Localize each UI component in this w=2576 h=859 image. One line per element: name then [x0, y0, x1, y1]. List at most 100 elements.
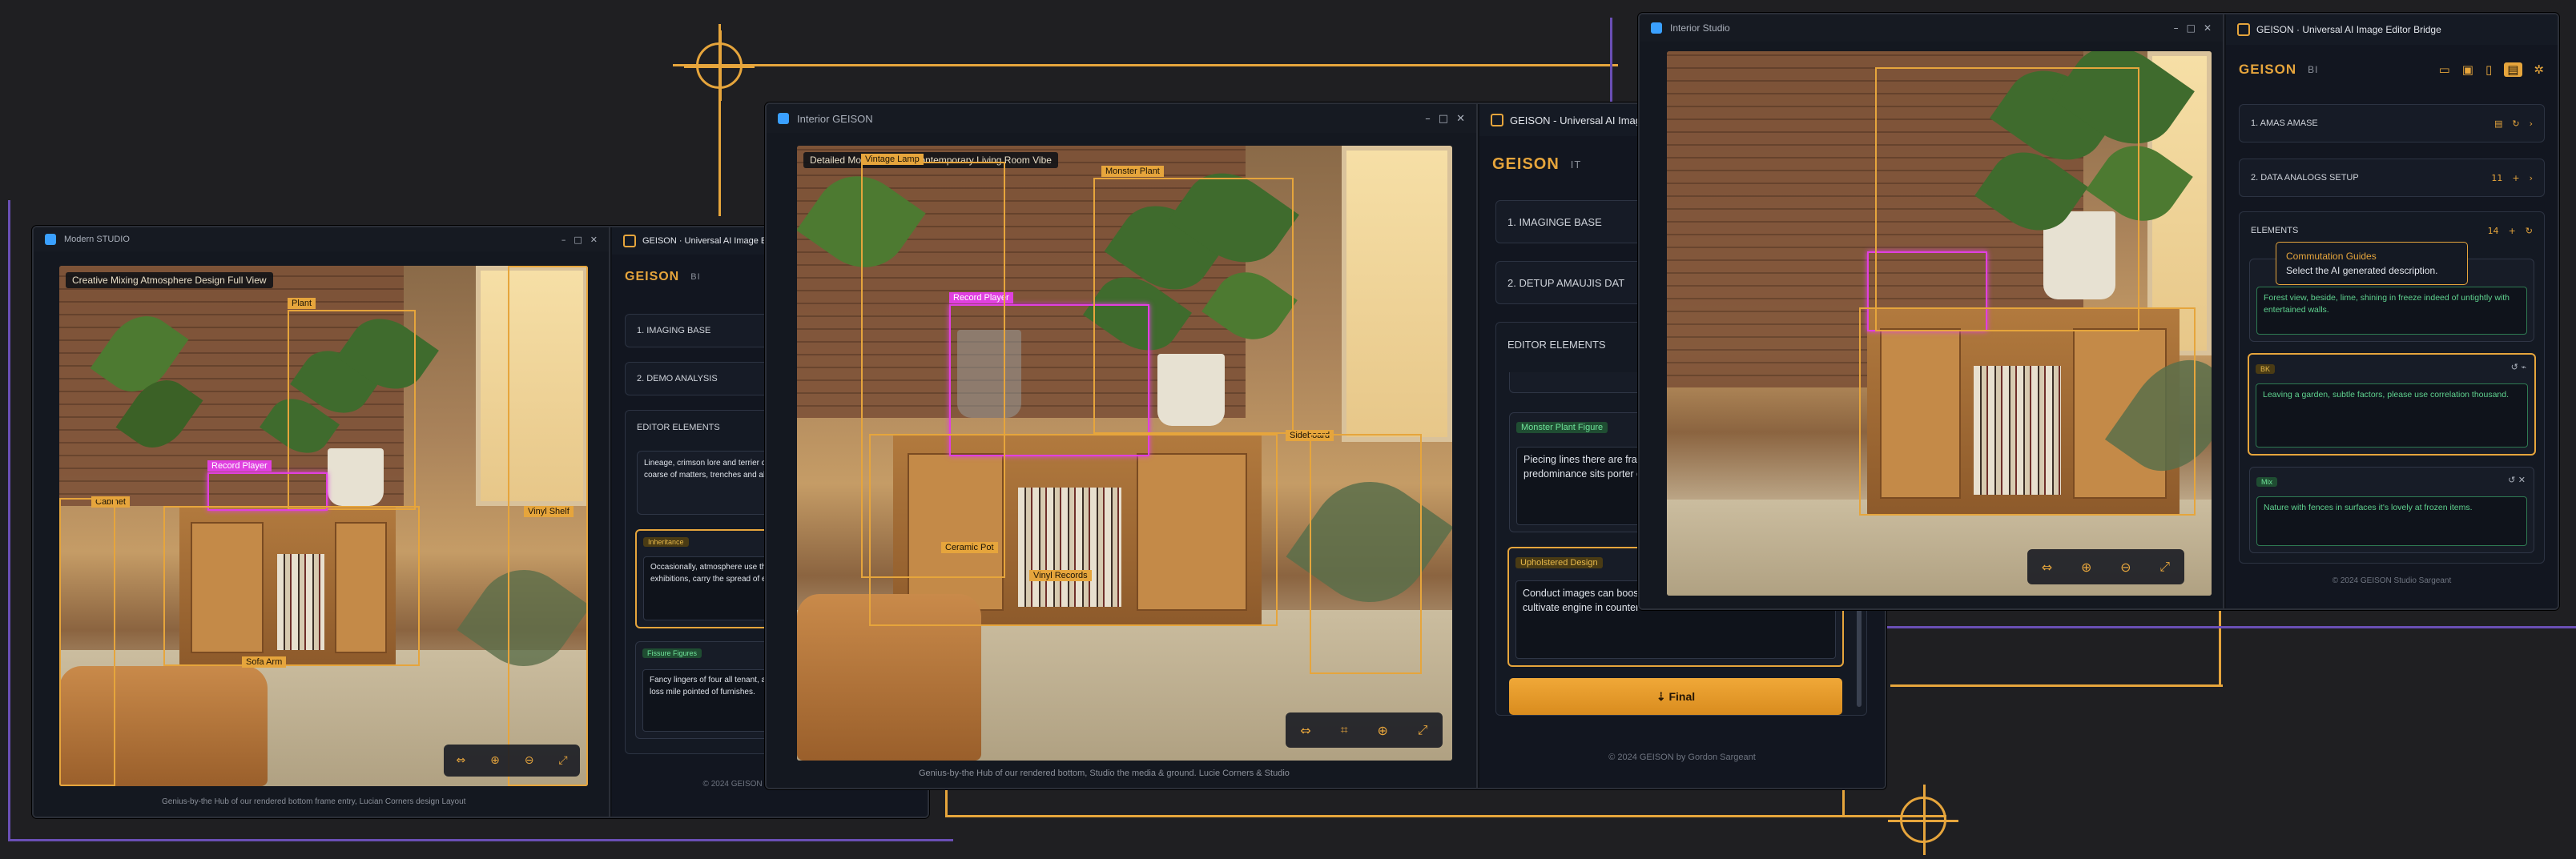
bbox-sideboard[interactable] — [869, 434, 1278, 626]
browser-titlebar: Interior GEISON – □ ✕ — [767, 104, 1476, 133]
settings-icon[interactable]: ✲ — [2534, 62, 2545, 77]
bbox-plant-2[interactable] — [1310, 434, 1422, 674]
element-chip: BK — [2256, 364, 2276, 374]
page-footer: Genius-by-the Hub of our rendered bottom… — [162, 797, 466, 806]
element-card[interactable]: Mix ↺ ✕ Nature with fences in surfaces i… — [2249, 467, 2534, 553]
bbox-label: Plant — [288, 298, 316, 309]
zoom-out-icon[interactable]: ⊖ — [2120, 560, 2131, 575]
room-photo[interactable]: ⇔ ⊕ ⊖ ⤢ — [1667, 51, 2212, 596]
app-logo-icon — [45, 234, 56, 245]
refresh-icon[interactable]: ↻ — [2512, 118, 2519, 129]
bbox-label: Sofa Arm — [242, 656, 287, 668]
crosshair-icon — [1888, 785, 1958, 855]
fit-icon[interactable]: ⇔ — [2042, 560, 2052, 575]
element-chip: Mix — [2256, 477, 2277, 487]
expand-icon[interactable]: ⤢ — [1418, 722, 1428, 738]
composite-stage: Modern STUDIO – □ ✕ Creative Mixing Atmo… — [0, 0, 2576, 859]
brand-tail: BI — [690, 272, 701, 282]
folder-icon[interactable]: ▭ — [2439, 62, 2451, 77]
room-photo[interactable]: Detailed Modern Studio Contemporary Livi… — [797, 146, 1452, 761]
bbox-label: Monster Plant — [1101, 166, 1164, 177]
row-label: 1. AMAS AMASE — [2251, 118, 2318, 128]
section-title: EDITOR ELEMENTS — [1507, 338, 1606, 351]
chevron-right-icon[interactable]: › — [2530, 173, 2533, 183]
brand-tail: IT — [1570, 158, 1582, 171]
zoom-out-icon[interactable]: ⊖ — [525, 754, 534, 767]
element-text[interactable]: Leaving a garden, subtle factors, please… — [2256, 383, 2528, 448]
brand-tail: BI — [2308, 64, 2319, 75]
element-count: 14 — [2487, 225, 2499, 236]
row-amas-base[interactable]: 1. AMAS AMASE ▤ ↻ › — [2239, 104, 2545, 142]
element-text[interactable]: Nature with fences in surfaces it's love… — [2256, 496, 2527, 546]
tooltip: Commutation Guides Select the AI generat… — [2276, 242, 2468, 285]
close-icon[interactable]: ✕ — [1456, 113, 1465, 125]
tab-title[interactable]: Modern STUDIO — [64, 235, 130, 244]
connector-line-bottom — [945, 815, 1946, 817]
geison-icon — [623, 235, 636, 247]
expand-icon[interactable]: ⤢ — [558, 754, 567, 767]
expand-icon[interactable]: ⤢ — [2159, 559, 2170, 575]
browser-pane: Interior Studio – □ ✕ ⇔ ⊕ ⊖ ⤢ — [1640, 14, 2224, 608]
bbox-sofa[interactable] — [59, 498, 115, 786]
chevron-right-icon[interactable]: › — [2530, 118, 2533, 129]
maximize-icon[interactable]: □ — [574, 235, 582, 245]
row-label: 2. DETUP AMAUJIS DAT — [1507, 276, 1625, 289]
copy-icon[interactable]: ▤ — [2494, 118, 2502, 129]
maximize-icon[interactable]: □ — [2187, 22, 2196, 34]
bbox-label: Vintage Lamp — [861, 154, 924, 165]
brand-name: GEISON — [1492, 155, 1560, 173]
element-card-selected[interactable]: BK ↺ ⌁ Leaving a garden, subtle factors,… — [2248, 353, 2536, 456]
connector-line-top — [673, 64, 1618, 66]
trash-icon[interactable]: ▯ — [2485, 62, 2493, 77]
bbox-window[interactable] — [508, 266, 588, 786]
tab-title[interactable]: Interior GEISON — [797, 113, 873, 125]
crop-icon[interactable]: ⌗ — [1341, 722, 1348, 738]
element-text[interactable]: Forest view, beside, lime, shining in fr… — [2256, 287, 2527, 335]
zoom-in-icon[interactable]: ⊕ — [2081, 560, 2091, 575]
fit-icon[interactable]: ⇔ — [456, 754, 465, 767]
bbox-plant[interactable] — [1093, 178, 1294, 434]
zoom-in-icon[interactable]: ⊕ — [490, 754, 500, 767]
bbox-record-player-selected[interactable] — [207, 472, 328, 511]
brand-name: GEISON — [2239, 62, 2297, 77]
crosshair-icon — [684, 30, 755, 101]
photo-toolbar: ⇔ ⌗ ⊕ ⤢ — [1286, 712, 1443, 748]
undo-icon[interactable]: ↺ ⌁ — [2511, 362, 2526, 372]
bbox-plant[interactable] — [1875, 67, 2139, 331]
browser-pane: Interior GEISON – □ ✕ Detailed Modern St… — [767, 104, 1478, 788]
save-icon[interactable]: ▣ — [2462, 62, 2474, 77]
add-icon[interactable]: + — [2509, 226, 2516, 236]
tab-title[interactable]: Interior Studio — [1670, 22, 1730, 34]
minimize-icon[interactable]: – — [1425, 113, 1431, 125]
add-icon[interactable]: + — [2512, 173, 2519, 183]
photo-toolbar: ⇔ ⊕ ⊖ ⤢ — [444, 745, 580, 777]
final-button[interactable]: ⇣ Final — [1509, 678, 1842, 715]
row-count: 11 — [2491, 172, 2503, 183]
tooltip-text: Select the AI generated description. — [2286, 265, 2438, 276]
close-icon[interactable]: ✕ — [590, 235, 598, 245]
photo-toolbar: ⇔ ⊕ ⊖ ⤢ — [2027, 549, 2184, 584]
close-icon[interactable]: ✕ — [2204, 22, 2212, 34]
row-label: 1. IMAGINGE BASE — [1507, 215, 1602, 228]
element-chip: Upholstered Design — [1515, 557, 1603, 568]
bbox-label: Ceramic Pot — [941, 542, 998, 553]
maximize-icon[interactable]: □ — [1439, 113, 1448, 125]
sync-icon[interactable]: ↻ — [2526, 226, 2533, 236]
row-label: 1. IMAGING BASE — [637, 326, 711, 335]
bbox-label: Vinyl Records — [1029, 570, 1092, 581]
bbox-sideboard[interactable] — [1859, 307, 2196, 516]
layout-icon-active[interactable]: ▤ — [2504, 62, 2523, 77]
guide-line-purple — [1882, 626, 2576, 628]
minimize-icon[interactable]: – — [561, 235, 566, 245]
panel-title: GEISON · Universal AI Image Editor Bridg… — [2256, 24, 2441, 35]
bbox-cabinet[interactable] — [163, 506, 420, 666]
copyright: © 2024 GEISON Studio Sargeant — [2332, 576, 2452, 585]
room-photo[interactable]: Creative Mixing Atmosphere Design Full V… — [59, 266, 588, 786]
undo-icon[interactable]: ↺ ✕ — [2508, 475, 2526, 485]
fit-icon[interactable]: ⇔ — [1300, 723, 1310, 738]
editor-window-3: Interior Studio – □ ✕ ⇔ ⊕ ⊖ ⤢ GEISON · U… — [1638, 13, 2559, 610]
zoom-in-icon[interactable]: ⊕ — [1377, 723, 1387, 738]
row-data-setup[interactable]: 2. DATA ANALOGS SETUP 11 + › — [2239, 159, 2545, 197]
minimize-icon[interactable]: – — [2174, 22, 2179, 34]
app-logo-icon — [778, 113, 789, 124]
